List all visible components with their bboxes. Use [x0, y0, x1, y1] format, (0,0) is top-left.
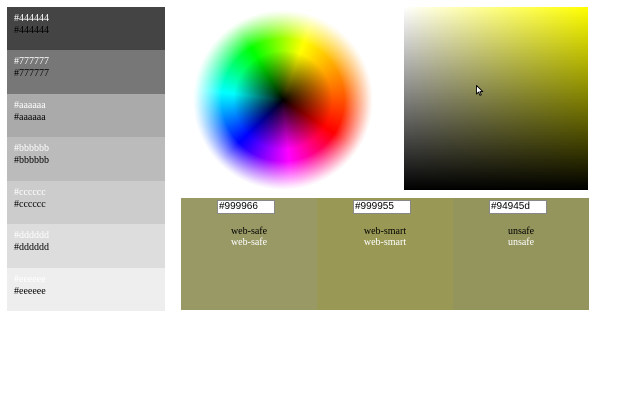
swatch-444444[interactable]: #444444 #444444 [7, 7, 165, 51]
swatch-label-light: #444444 [14, 13, 49, 24]
sample-panel-web-safe: web-safe web-safe [181, 198, 317, 310]
swatch-dddddd[interactable]: #dddddd #dddddd [7, 224, 165, 268]
swatch-label-dark: #dddddd [14, 242, 49, 254]
hex-input[interactable] [353, 200, 411, 214]
swatch-label-light: #aaaaaa [14, 99, 46, 111]
hex-input[interactable] [217, 200, 275, 214]
sample-class-label-light: web-smart [363, 237, 407, 248]
swatch-label-light: #777777 [14, 56, 49, 68]
swatch-cccccc[interactable]: #cccccc #cccccc [7, 180, 165, 225]
sample-class-label-dark: unsafe [507, 226, 535, 237]
swatch-bbbbbb[interactable]: #bbbbbb #bbbbbb [7, 137, 165, 181]
gray-swatch-list: #444444 #444444 #777777 #777777 #aaaaaa … [7, 7, 165, 311]
sample-class-label-light: unsafe [507, 237, 535, 248]
sample-panel-unsafe: unsafe unsafe [453, 198, 589, 310]
swatch-label-light: #bbbbbb [14, 143, 49, 155]
sample-panel-web-smart: web-smart web-smart [317, 198, 453, 310]
swatch-label-dark: #777777 [14, 68, 49, 80]
color-sample-row: web-safe web-safe web-smart web-smart un… [181, 198, 589, 310]
hex-input[interactable] [489, 200, 547, 214]
swatch-label-light: #dddddd [14, 230, 49, 242]
saturation-value-square[interactable] [404, 7, 588, 190]
swatch-label-dark: #cccccc [14, 198, 46, 210]
swatch-label-dark: #eeeeee [14, 285, 46, 297]
swatch-label-dark: #aaaaaa [14, 111, 46, 123]
swatch-label-dark: #444444 [14, 25, 49, 36]
color-picker-page: #444444 #444444 #777777 #777777 #aaaaaa … [0, 0, 640, 400]
swatch-eeeeee[interactable]: #eeeeee #eeeeee [7, 267, 165, 311]
sample-class-label-light: web-safe [230, 237, 268, 248]
sample-class-label-dark: web-smart [363, 226, 407, 237]
swatch-label-light: #cccccc [14, 186, 46, 198]
sample-class-label-dark: web-safe [230, 226, 268, 237]
hue-color-wheel[interactable] [193, 10, 373, 190]
swatch-label-light: #eeeeee [14, 273, 46, 285]
swatch-aaaaaa[interactable]: #aaaaaa #aaaaaa [7, 93, 165, 138]
swatch-777777[interactable]: #777777 #777777 [7, 50, 165, 94]
swatch-label-dark: #bbbbbb [14, 155, 49, 167]
